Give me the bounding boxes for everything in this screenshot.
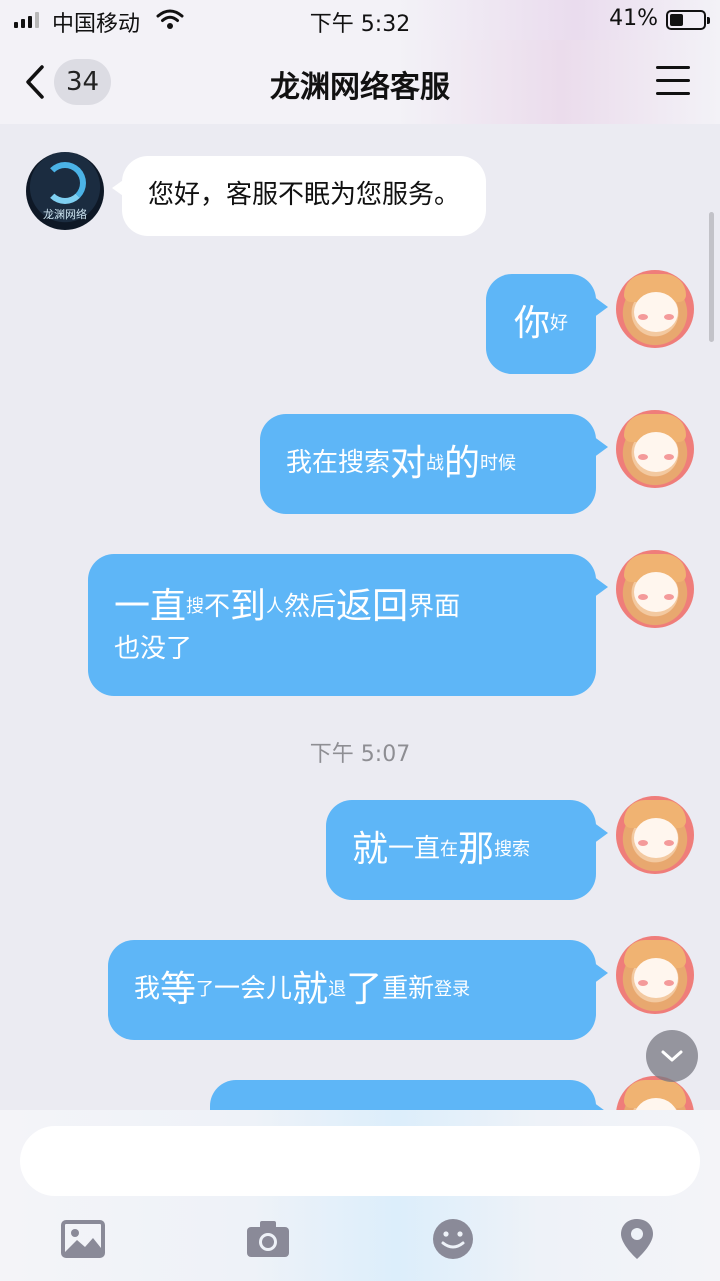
menu-button[interactable] bbox=[656, 66, 690, 96]
emoji-icon bbox=[433, 1219, 473, 1259]
message-text: 一直 bbox=[114, 586, 187, 628]
service-avatar[interactable]: 龙渊网络 bbox=[26, 152, 104, 230]
chat-title: 龙渊网络客服 bbox=[270, 70, 450, 105]
message-text: 一 bbox=[388, 834, 415, 865]
message-bubble-outgoing-partial[interactable] bbox=[210, 1080, 608, 1110]
message-text: 人 bbox=[266, 596, 285, 618]
my-avatar[interactable] bbox=[616, 796, 694, 874]
message-text: 了 bbox=[196, 978, 215, 1000]
message-text: 战 bbox=[426, 452, 445, 474]
message-text: 就 bbox=[292, 968, 329, 1010]
my-avatar[interactable] bbox=[616, 270, 694, 348]
message-input[interactable] bbox=[20, 1126, 700, 1196]
message-text: 一会儿 bbox=[214, 974, 293, 1005]
message-bubble-outgoing[interactable]: 一直搜不到人 然后 返回 界面也没了 bbox=[88, 554, 608, 696]
message-text: 了 bbox=[346, 968, 383, 1010]
message-text: 界面 bbox=[408, 591, 461, 622]
message-text: 对 bbox=[390, 442, 427, 484]
scroll-to-bottom-button[interactable] bbox=[646, 1030, 698, 1082]
my-avatar[interactable] bbox=[616, 410, 694, 488]
message-bubble-outgoing[interactable]: 你好 bbox=[486, 274, 608, 374]
message-text: 搜 bbox=[186, 596, 205, 618]
image-icon bbox=[61, 1220, 105, 1258]
time-divider: 下午 5:07 bbox=[309, 742, 411, 767]
message-text: 时候 bbox=[480, 452, 517, 474]
battery-percent: 41% bbox=[609, 6, 658, 31]
composer-bar bbox=[0, 1110, 720, 1281]
message-bubble-outgoing[interactable]: 我等了一会儿 就退了 重新 登录 bbox=[108, 940, 608, 1040]
message-text: 好 bbox=[550, 312, 568, 334]
chevron-down-icon bbox=[661, 1050, 683, 1062]
my-avatar[interactable] bbox=[616, 550, 694, 628]
message-text: 我 bbox=[134, 974, 161, 1005]
message-text: 到 bbox=[230, 586, 267, 628]
message-text: 也没了 bbox=[114, 633, 193, 664]
message-text: 登录 bbox=[434, 978, 471, 1000]
message-text: 那 bbox=[458, 828, 495, 870]
message-text: 重新 bbox=[382, 974, 435, 1005]
battery-icon bbox=[666, 10, 710, 30]
message-text: 返回 bbox=[336, 586, 409, 628]
camera-button[interactable] bbox=[243, 1214, 293, 1264]
scrollbar[interactable] bbox=[709, 212, 714, 342]
message-text: 在 bbox=[440, 838, 459, 860]
emoji-button[interactable] bbox=[428, 1214, 478, 1264]
message-text: 退 bbox=[328, 978, 347, 1000]
service-avatar-label: 龙渊网络 bbox=[43, 208, 87, 221]
status-bar: 中国移动 下午 5:32 41% bbox=[0, 0, 720, 40]
message-text: 我在搜索 bbox=[286, 448, 391, 479]
message-text: 然后 bbox=[284, 591, 337, 622]
message-text: 等 bbox=[160, 968, 197, 1010]
longyuan-logo-icon bbox=[44, 162, 86, 204]
message-text: 搜索 bbox=[494, 838, 531, 860]
message-text: 不 bbox=[204, 591, 231, 622]
my-avatar[interactable] bbox=[616, 1076, 694, 1110]
location-button[interactable] bbox=[612, 1214, 662, 1264]
message-bubble-outgoing[interactable]: 我在搜索对战的时候 bbox=[260, 414, 608, 514]
message-text: 你 bbox=[513, 302, 550, 344]
image-button[interactable] bbox=[58, 1214, 108, 1264]
message-bubble-incoming[interactable]: 您好，客服不眠为您服务。 bbox=[111, 156, 487, 236]
camera-icon bbox=[247, 1221, 289, 1257]
message-text: 您好，客服不眠为您服务。 bbox=[148, 180, 461, 211]
my-avatar[interactable] bbox=[616, 936, 694, 1014]
location-icon bbox=[621, 1219, 653, 1259]
message-text: 的 bbox=[444, 442, 481, 484]
message-list[interactable]: 龙渊网络 您好，客服不眠为您服务。 你好 我在搜索对战的时候 一直搜不到人 然后… bbox=[0, 124, 720, 1110]
message-text: 直 bbox=[414, 834, 441, 865]
hamburger-menu-icon bbox=[656, 66, 690, 69]
message-text: 就 bbox=[352, 828, 389, 870]
message-bubble-outgoing[interactable]: 就一直在那搜索 bbox=[326, 800, 608, 900]
chat-header: 34 龙渊网络客服 bbox=[0, 40, 720, 124]
